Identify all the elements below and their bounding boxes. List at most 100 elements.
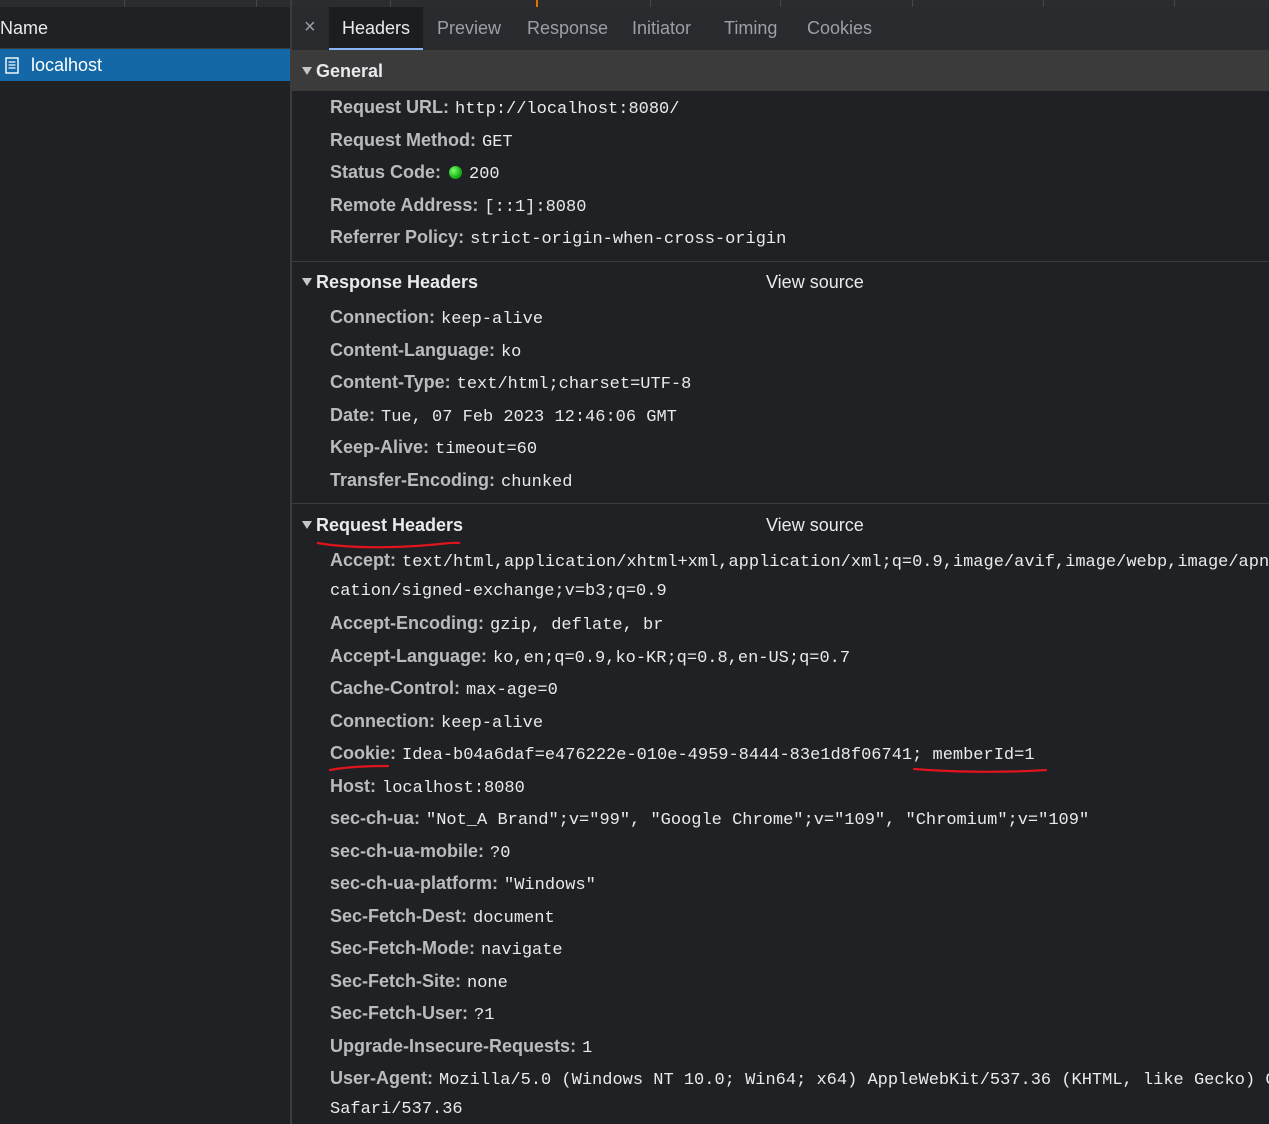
- header-value: gzip, deflate, br: [490, 616, 664, 635]
- response-headers-title: Response Headers: [316, 272, 479, 292]
- request-header-row: User-Agent: Mozilla/5.0 (Windows NT 10.0;…: [330, 1068, 1269, 1090]
- header-key: Sec-Fetch-Site:: [330, 971, 462, 991]
- strip-divider: [256, 0, 257, 7]
- header-value: Tue, 07 Feb 2023 12:46:06 GMT: [381, 408, 677, 427]
- response-header-row: Transfer-Encoding: chunked: [330, 470, 572, 492]
- header-value: Mozilla/5.0 (Windows NT 10.0; Win64; x64…: [439, 1071, 1269, 1090]
- top-strip: [0, 0, 1269, 7]
- header-key: Status Code:: [330, 162, 442, 182]
- header-value: strict-origin-when-cross-origin: [470, 230, 787, 249]
- view-source-link[interactable]: View source: [766, 515, 864, 536]
- header-key: Referrer Policy:: [330, 227, 465, 247]
- tab-response[interactable]: Response: [514, 7, 621, 50]
- tab-preview[interactable]: Preview: [424, 7, 514, 50]
- request-header-row: Upgrade-Insecure-Requests: 1: [330, 1036, 592, 1058]
- request-headers-section-header[interactable]: Request Headers View source: [292, 505, 1269, 545]
- request-headers-title: Request Headers: [316, 515, 464, 535]
- close-icon[interactable]: ×: [304, 16, 316, 39]
- strip-divider: [780, 0, 781, 7]
- header-value: [::1]:8080: [484, 198, 587, 217]
- header-value: chunked: [501, 473, 573, 492]
- header-key: sec-ch-ua-platform:: [330, 873, 499, 893]
- header-value: ko: [500, 343, 522, 362]
- expand-triangle-icon[interactable]: [302, 278, 312, 286]
- header-value: 200: [469, 165, 500, 184]
- header-key: Connection:: [330, 711, 435, 731]
- header-value: timeout=60: [435, 440, 538, 459]
- tab-headers[interactable]: Headers: [329, 7, 424, 50]
- header-value: localhost:8080: [382, 779, 525, 798]
- request-header-row: Connection: keep-alive: [330, 711, 543, 733]
- header-key: Cookie:: [330, 743, 397, 763]
- request-header-row: sec-ch-ua: "Not_A Brand";v="99", "Google …: [330, 808, 1089, 830]
- header-key: Sec-Fetch-User:: [330, 1003, 469, 1023]
- header-key: Accept-Encoding:: [330, 613, 485, 633]
- timeline-marker: [536, 0, 538, 7]
- strip-divider: [1043, 0, 1044, 7]
- header-key: Request URL:: [330, 97, 450, 117]
- header-key: Connection:: [330, 307, 435, 327]
- request-header-row: sec-ch-ua-mobile: ?0: [330, 841, 510, 863]
- header-key: Cache-Control:: [330, 678, 460, 698]
- strip-divider: [1174, 0, 1175, 7]
- response-header-row: Content-Type: text/html;charset=UTF-8: [330, 372, 691, 394]
- header-value: navigate: [481, 941, 563, 960]
- header-value: ?0: [490, 844, 511, 863]
- cookie-header-row: Cookie: Idea-b04a6daf=e476222e-010e-4959-…: [330, 743, 1035, 765]
- header-value: text/html;charset=UTF-8: [456, 375, 692, 394]
- header-key: Accept-Language:: [330, 646, 488, 666]
- request-header-row: Accept-Language: ko,en;q=0.9,ko-KR;q=0.8,…: [330, 646, 850, 668]
- strip-divider: [912, 0, 913, 7]
- response-headers-section-header[interactable]: Response Headers View source: [292, 262, 1269, 302]
- general-row: Remote Address: [::1]:8080: [330, 195, 586, 217]
- request-header-row: Sec-Fetch-Site: none: [330, 971, 508, 993]
- response-header-row: Content-Language: ko: [330, 340, 521, 362]
- request-list-pane: [0, 7, 290, 1124]
- header-key: Sec-Fetch-Dest:: [330, 906, 468, 926]
- tab-cookies[interactable]: Cookies: [794, 7, 885, 50]
- expand-triangle-icon[interactable]: [302, 67, 312, 75]
- header-value: max-age=0: [466, 681, 558, 700]
- request-row-localhost[interactable]: localhost: [0, 49, 290, 81]
- header-value: text/html,application/xhtml+xml,applicat…: [402, 553, 1269, 572]
- general-section-header[interactable]: General: [292, 51, 1269, 91]
- header-key: User-Agent:: [330, 1068, 434, 1088]
- header-key: Upgrade-Insecure-Requests:: [330, 1036, 577, 1056]
- details-tab-bar: × Headers Preview Response Initiator Tim…: [292, 7, 1269, 51]
- request-header-row: Accept: text/html,application/xhtml+xml,a…: [330, 550, 1269, 572]
- request-header-row: Sec-Fetch-User: ?1: [330, 1003, 494, 1025]
- section-separator: [292, 503, 1269, 504]
- tab-initiator[interactable]: Initiator: [619, 7, 704, 50]
- name-column-header[interactable]: Name: [0, 7, 290, 49]
- response-header-row: Keep-Alive: timeout=60: [330, 437, 537, 459]
- header-value: none: [467, 974, 508, 993]
- request-header-row: Cache-Control: max-age=0: [330, 678, 558, 700]
- headers-panel: General Request URL: http://localhost:808…: [292, 51, 1269, 1124]
- request-header-row: Host: localhost:8080: [330, 776, 525, 798]
- header-key: Date:: [330, 405, 376, 425]
- name-column-label: Name: [0, 18, 49, 38]
- request-name: localhost: [31, 55, 103, 75]
- header-value: document: [473, 909, 555, 928]
- header-key: Host:: [330, 776, 376, 796]
- header-key: sec-ch-ua-mobile:: [330, 841, 485, 861]
- status-ok-icon: [449, 166, 463, 179]
- general-row: Status Code: 200: [330, 162, 500, 184]
- expand-triangle-icon[interactable]: [302, 521, 312, 529]
- tab-timing[interactable]: Timing: [711, 7, 790, 50]
- response-header-row: Connection: keep-alive: [330, 307, 543, 329]
- request-header-row: Sec-Fetch-Dest: document: [330, 906, 555, 928]
- header-key: Request Method:: [330, 130, 476, 150]
- header-value: ko,en;q=0.9,ko-KR;q=0.8,en-US;q=0.7: [493, 649, 851, 668]
- view-source-link[interactable]: View source: [766, 272, 864, 293]
- header-key: Keep-Alive:: [330, 437, 430, 457]
- document-icon: [5, 57, 19, 74]
- strip-divider: [390, 0, 391, 7]
- header-value: 1: [582, 1039, 593, 1058]
- header-value: http://localhost:8080/: [455, 100, 680, 119]
- general-row: Referrer Policy: strict-origin-when-cross…: [330, 227, 786, 249]
- request-header-row: sec-ch-ua-platform: "Windows": [330, 873, 596, 895]
- header-key: sec-ch-ua:: [330, 808, 421, 828]
- header-value-continuation: Safari/537.36: [330, 1100, 463, 1119]
- header-key: Sec-Fetch-Mode:: [330, 938, 476, 958]
